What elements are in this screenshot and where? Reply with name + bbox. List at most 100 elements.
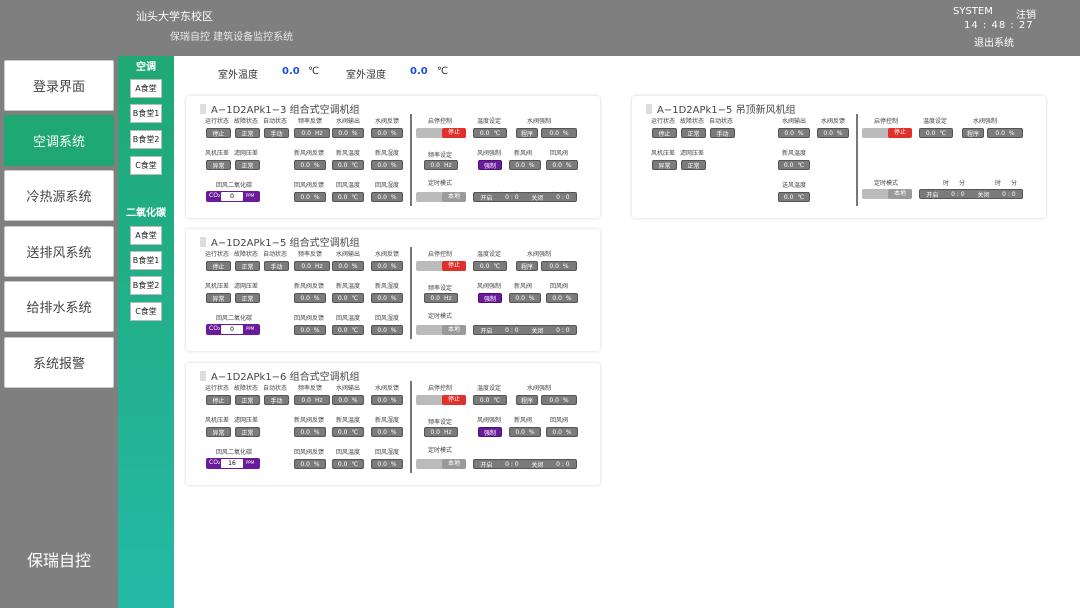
water-valve-program-button[interactable]: 程序 [516,261,538,271]
ac-item-b1[interactable]: B食堂1 [130,104,162,123]
start-stop-toggle[interactable]: 停止 [416,395,466,405]
run-status-label: 运行状态 [205,385,230,392]
co2-item-b2[interactable]: B食堂2 [130,276,162,295]
return-valve-value: 0.0 [552,294,562,302]
water-valve-program-button[interactable]: 程序 [516,128,538,138]
panel-divider [410,247,412,339]
freq-feedback-label: 频率反馈 [298,118,323,125]
run-status-button[interactable]: 停止 [206,395,231,405]
nav-ac-system[interactable]: 空调系统 [4,115,114,166]
start-control-label: 启停控制 [428,385,453,392]
run-status-button[interactable]: 停止 [206,128,231,138]
main-sidebar: 登录界面 空调系统 冷热源系统 送排风系统 给排水系统 系统报警 保瑞自控 [0,56,118,608]
fresh-valve-feedback: 0.0% [294,160,326,170]
fresh-valve-unit: % [528,294,535,302]
nav-system-alarm[interactable]: 系统报警 [4,337,114,388]
fresh-water-program-button[interactable]: 程序 [962,128,984,138]
fan-pressure-button[interactable]: 异常 [206,160,231,170]
filter-pressure-button[interactable]: 正常 [235,160,260,170]
timer-mode-toggle[interactable]: 本地 [416,325,466,335]
supply-temp-value: 0.0 [783,193,794,201]
fresh-unit-fresh-temp-label: 新风温度 [782,150,807,157]
fresh-filter-pressure-label: 滤网压差 [680,150,705,157]
timer-mode-toggle-label: 本地 [442,325,466,335]
nav-login[interactable]: 登录界面 [4,60,114,111]
start-stop-toggle[interactable]: 停止 [416,128,466,138]
filter-pressure-button[interactable]: 正常 [235,427,260,437]
exit-system-button[interactable]: 退出系统 [974,34,1014,49]
fault-status-label: 故障状态 [234,251,259,258]
fresh-valve-feedback-unit: % [313,294,320,302]
fresh-timer-schedule-close-time: 0 : 0 [1002,190,1016,198]
freq-setpoint-label: 频率设定 [428,419,453,426]
water-valve-program-button[interactable]: 程序 [516,395,538,405]
temp-setpoint-unit: ℃ [493,396,501,404]
unit-title: A−1D2APk1−5 组合式空调机组 [200,234,360,249]
ac-item-b2[interactable]: B食堂2 [130,130,162,149]
fault-status-button[interactable]: 正常 [235,261,260,271]
co2-item-c[interactable]: C食堂 [130,302,162,321]
auto-mode-button[interactable]: 手动 [264,261,289,271]
nav-hvac-source[interactable]: 冷热源系统 [4,170,114,221]
freq-setpoint: 0.0 Hz [424,160,458,170]
return-hum-label: 回风湿度 [375,182,400,189]
nav-water-supply[interactable]: 给排水系统 [4,281,114,332]
co2-unit: PPM [246,193,255,198]
fault-status-label: 故障状态 [234,385,259,392]
fresh-run-status-button[interactable]: 停止 [652,128,677,138]
fresh-valve-feedback-value: 0.0 [300,161,310,169]
temp-setpoint-unit: ℃ [493,262,501,270]
fresh-timer-minute-label: 分 [959,180,966,187]
freq-setpoint-label: 频率设定 [428,285,453,292]
return-valve-label: 回风阀 [550,417,569,424]
return-temp-unit: ℃ [351,193,359,201]
water-valve-force: 0.0% [541,128,577,138]
co2-section-title: 二氧化碳 [126,208,166,219]
timer-mode-toggle[interactable]: 本地 [416,192,466,202]
fresh-auto-mode-button[interactable]: 手动 [710,128,735,138]
co2-item-a[interactable]: A食堂 [130,226,162,245]
fresh-temp-setpoint: 0.0 ℃ [919,128,953,138]
temp-setpoint: 0.0 ℃ [473,261,507,271]
timer-mode-toggle[interactable]: 本地 [416,459,466,469]
start-stop-toggle[interactable]: 停止 [416,261,466,271]
auto-mode-button[interactable]: 手动 [264,128,289,138]
fresh-fault-status-button[interactable]: 正常 [681,128,706,138]
fresh-hum: 0.0% [371,427,403,437]
fault-status-button[interactable]: 正常 [235,395,260,405]
logout-link[interactable]: 注销 [1016,6,1036,21]
fault-status-button[interactable]: 正常 [235,128,260,138]
fresh-unit-fresh-temp-value: 0.0 [783,161,794,169]
fresh-timer-schedule: 开启 0 : 0 关闭 0 : 0 [919,189,1023,199]
valve-force-button[interactable]: 强制 [478,160,502,170]
fan-pressure-label: 风机压差 [205,417,230,424]
water-valve-force-label: 水阀强制 [527,118,552,125]
fresh-fan-pressure-button[interactable]: 异常 [652,160,677,170]
run-status-button[interactable]: 停止 [206,261,231,271]
fan-pressure-button[interactable]: 异常 [206,427,231,437]
valve-force-button[interactable]: 强制 [478,293,502,303]
ac-item-c[interactable]: C食堂 [130,156,162,175]
auto-mode-button[interactable]: 手动 [264,395,289,405]
timer-schedule-open-label: 开启 [480,194,493,202]
valve-force-button[interactable]: 强制 [478,427,502,437]
fresh-filter-pressure-button[interactable]: 正常 [681,160,706,170]
temp-setpoint-value: 0.0 [479,129,490,137]
supply-temp-label: 送风温度 [782,182,807,189]
fresh-hum-unit: % [390,161,397,169]
return-valve-value: 0.0 [552,161,562,169]
start-stop-toggle-label: 停止 [442,395,466,405]
co2-item-b1[interactable]: B食堂1 [130,251,162,270]
fresh-start-stop-toggle[interactable]: 停止 [862,128,912,138]
water-valve-force: 0.0% [541,395,577,405]
filter-pressure-button[interactable]: 正常 [235,293,260,303]
clock: 14 : 48 : 27 [964,20,1034,31]
fresh-valve: 0.0% [509,293,541,303]
ac-item-a[interactable]: A食堂 [130,79,162,98]
fan-pressure-button[interactable]: 异常 [206,293,231,303]
freq-setpoint-value: 0.0 [430,294,440,302]
timer-schedule-open-label: 开启 [480,461,493,469]
nav-ventilation[interactable]: 送排风系统 [4,226,114,277]
sub-sidebar: 空调 A食堂 B食堂1 B食堂2 C食堂 二氧化碳 A食堂 B食堂1 B食堂2 … [118,56,174,608]
fresh-timer-mode-toggle[interactable]: 本地 [862,189,912,199]
